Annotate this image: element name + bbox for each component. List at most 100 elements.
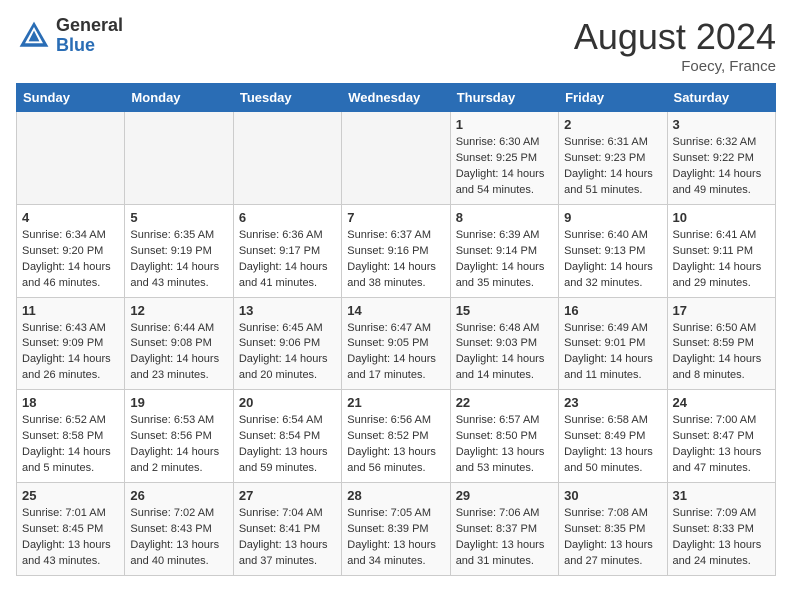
calendar-cell: 30 Sunrise: 7:08 AM Sunset: 8:35 PM Dayli… (559, 483, 667, 576)
page-header: General Blue August 2024 Foecy, France (16, 16, 776, 75)
day-info: Sunrise: 6:30 AM Sunset: 9:25 PM Dayligh… (456, 135, 553, 199)
day-number: 11 (22, 303, 119, 318)
day-number: 31 (673, 488, 770, 503)
calendar-cell: 15 Sunrise: 6:48 AM Sunset: 9:03 PM Dayli… (450, 297, 558, 390)
calendar-cell: 12 Sunrise: 6:44 AM Sunset: 9:08 PM Dayli… (125, 297, 233, 390)
day-number: 30 (564, 488, 661, 503)
calendar-cell: 19 Sunrise: 6:53 AM Sunset: 8:56 PM Dayli… (125, 390, 233, 483)
day-info: Sunrise: 6:32 AM Sunset: 9:22 PM Dayligh… (673, 135, 770, 199)
day-number: 13 (239, 303, 336, 318)
day-number: 7 (347, 210, 444, 225)
day-info: Sunrise: 7:05 AM Sunset: 8:39 PM Dayligh… (347, 506, 444, 570)
day-info: Sunrise: 6:40 AM Sunset: 9:13 PM Dayligh… (564, 228, 661, 292)
logo-icon (16, 18, 52, 54)
calendar-cell: 20 Sunrise: 6:54 AM Sunset: 8:54 PM Dayli… (233, 390, 341, 483)
month-title: August 2024 (574, 16, 776, 58)
day-number: 2 (564, 117, 661, 132)
day-number: 4 (22, 210, 119, 225)
logo-blue: Blue (56, 36, 123, 56)
day-info: Sunrise: 6:50 AM Sunset: 8:59 PM Dayligh… (673, 321, 770, 385)
day-number: 16 (564, 303, 661, 318)
day-info: Sunrise: 6:34 AM Sunset: 9:20 PM Dayligh… (22, 228, 119, 292)
day-info: Sunrise: 6:45 AM Sunset: 9:06 PM Dayligh… (239, 321, 336, 385)
day-info: Sunrise: 6:53 AM Sunset: 8:56 PM Dayligh… (130, 413, 227, 477)
calendar-week-1: 1 Sunrise: 6:30 AM Sunset: 9:25 PM Daylig… (17, 112, 776, 205)
day-number: 15 (456, 303, 553, 318)
day-number: 1 (456, 117, 553, 132)
day-info: Sunrise: 6:31 AM Sunset: 9:23 PM Dayligh… (564, 135, 661, 199)
day-number: 14 (347, 303, 444, 318)
day-info: Sunrise: 6:41 AM Sunset: 9:11 PM Dayligh… (673, 228, 770, 292)
day-info: Sunrise: 6:37 AM Sunset: 9:16 PM Dayligh… (347, 228, 444, 292)
calendar-cell: 14Sunrise: 6:47 AM Sunset: 9:05 PM Dayli… (342, 297, 450, 390)
title-block: August 2024 Foecy, France (574, 16, 776, 75)
day-number: 12 (130, 303, 227, 318)
day-number: 20 (239, 395, 336, 410)
weekday-header-friday: Friday (559, 84, 667, 112)
day-number: 23 (564, 395, 661, 410)
day-number: 25 (22, 488, 119, 503)
day-number: 18 (22, 395, 119, 410)
calendar-week-2: 4 Sunrise: 6:34 AM Sunset: 9:20 PM Daylig… (17, 204, 776, 297)
calendar-cell: 31 Sunrise: 7:09 AM Sunset: 8:33 PM Dayli… (667, 483, 775, 576)
day-number: 9 (564, 210, 661, 225)
day-info: Sunrise: 7:09 AM Sunset: 8:33 PM Dayligh… (673, 506, 770, 570)
day-number: 21 (347, 395, 444, 410)
day-info: Sunrise: 6:58 AM Sunset: 8:49 PM Dayligh… (564, 413, 661, 477)
weekday-header-wednesday: Wednesday (342, 84, 450, 112)
weekday-header-row: SundayMondayTuesdayWednesdayThursdayFrid… (17, 84, 776, 112)
calendar-cell: 23 Sunrise: 6:58 AM Sunset: 8:49 PM Dayli… (559, 390, 667, 483)
weekday-header-saturday: Saturday (667, 84, 775, 112)
day-info: Sunrise: 7:06 AM Sunset: 8:37 PM Dayligh… (456, 506, 553, 570)
day-number: 19 (130, 395, 227, 410)
calendar-cell: 17Sunrise: 6:50 AM Sunset: 8:59 PM Dayli… (667, 297, 775, 390)
calendar-cell (125, 112, 233, 205)
day-number: 6 (239, 210, 336, 225)
day-info: Sunrise: 6:39 AM Sunset: 9:14 PM Dayligh… (456, 228, 553, 292)
calendar-cell: 4 Sunrise: 6:34 AM Sunset: 9:20 PM Daylig… (17, 204, 125, 297)
day-info: Sunrise: 6:54 AM Sunset: 8:54 PM Dayligh… (239, 413, 336, 477)
logo-general: General (56, 16, 123, 36)
calendar-cell: 29Sunrise: 7:06 AM Sunset: 8:37 PM Dayli… (450, 483, 558, 576)
calendar-cell: 21 Sunrise: 6:56 AM Sunset: 8:52 PM Dayli… (342, 390, 450, 483)
calendar-cell: 11 Sunrise: 6:43 AM Sunset: 9:09 PM Dayli… (17, 297, 125, 390)
calendar-cell (342, 112, 450, 205)
calendar-cell: 6 Sunrise: 6:36 AM Sunset: 9:17 PM Daylig… (233, 204, 341, 297)
day-number: 3 (673, 117, 770, 132)
day-info: Sunrise: 6:36 AM Sunset: 9:17 PM Dayligh… (239, 228, 336, 292)
day-number: 10 (673, 210, 770, 225)
calendar-cell: 9 Sunrise: 6:40 AM Sunset: 9:13 PM Daylig… (559, 204, 667, 297)
day-number: 27 (239, 488, 336, 503)
calendar-cell: 18 Sunrise: 6:52 AM Sunset: 8:58 PM Dayli… (17, 390, 125, 483)
day-info: Sunrise: 6:43 AM Sunset: 9:09 PM Dayligh… (22, 321, 119, 385)
calendar-cell: 24Sunrise: 7:00 AM Sunset: 8:47 PM Dayli… (667, 390, 775, 483)
calendar-week-5: 25 Sunrise: 7:01 AM Sunset: 8:45 PM Dayli… (17, 483, 776, 576)
day-number: 22 (456, 395, 553, 410)
calendar-cell: 27Sunrise: 7:04 AM Sunset: 8:41 PM Dayli… (233, 483, 341, 576)
calendar-cell: 25 Sunrise: 7:01 AM Sunset: 8:45 PM Dayli… (17, 483, 125, 576)
calendar-table: SundayMondayTuesdayWednesdayThursdayFrid… (16, 83, 776, 576)
weekday-header-thursday: Thursday (450, 84, 558, 112)
logo-text: General Blue (56, 16, 123, 56)
day-info: Sunrise: 7:08 AM Sunset: 8:35 PM Dayligh… (564, 506, 661, 570)
calendar-cell: 16Sunrise: 6:49 AM Sunset: 9:01 PM Dayli… (559, 297, 667, 390)
calendar-week-4: 18 Sunrise: 6:52 AM Sunset: 8:58 PM Dayli… (17, 390, 776, 483)
day-number: 5 (130, 210, 227, 225)
calendar-cell: 22Sunrise: 6:57 AM Sunset: 8:50 PM Dayli… (450, 390, 558, 483)
calendar-cell: 26Sunrise: 7:02 AM Sunset: 8:43 PM Dayli… (125, 483, 233, 576)
day-info: Sunrise: 6:52 AM Sunset: 8:58 PM Dayligh… (22, 413, 119, 477)
calendar-cell: 28 Sunrise: 7:05 AM Sunset: 8:39 PM Dayli… (342, 483, 450, 576)
day-info: Sunrise: 6:48 AM Sunset: 9:03 PM Dayligh… (456, 321, 553, 385)
calendar-cell: 3 Sunrise: 6:32 AM Sunset: 9:22 PM Daylig… (667, 112, 775, 205)
calendar-cell (17, 112, 125, 205)
logo: General Blue (16, 16, 123, 56)
day-number: 28 (347, 488, 444, 503)
day-info: Sunrise: 6:35 AM Sunset: 9:19 PM Dayligh… (130, 228, 227, 292)
calendar-cell: 7 Sunrise: 6:37 AM Sunset: 9:16 PM Daylig… (342, 204, 450, 297)
calendar-week-3: 11 Sunrise: 6:43 AM Sunset: 9:09 PM Dayli… (17, 297, 776, 390)
day-info: Sunrise: 7:01 AM Sunset: 8:45 PM Dayligh… (22, 506, 119, 570)
calendar-cell (233, 112, 341, 205)
day-info: Sunrise: 6:56 AM Sunset: 8:52 PM Dayligh… (347, 413, 444, 477)
weekday-header-sunday: Sunday (17, 84, 125, 112)
day-info: Sunrise: 6:44 AM Sunset: 9:08 PM Dayligh… (130, 321, 227, 385)
